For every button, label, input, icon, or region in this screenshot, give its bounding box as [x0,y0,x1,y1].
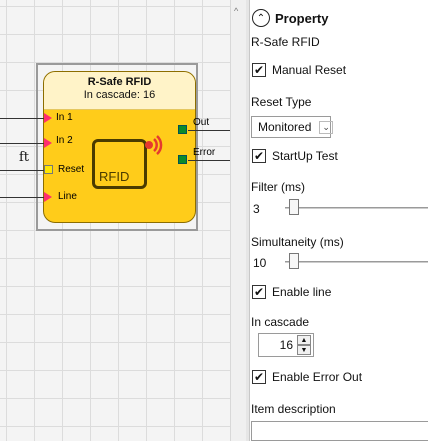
output-port-error[interactable] [178,155,187,164]
scroll-up-icon[interactable]: ^ [234,6,238,16]
input-label-in1: In 1 [56,112,73,123]
simultaneity-slider-thumb[interactable] [289,253,299,269]
enable-line-checkbox-row[interactable]: ✔ Enable line [251,285,331,299]
stepper-down-icon[interactable]: ▼ [297,345,311,355]
filter-slider-track[interactable] [285,207,428,209]
input-label-line: Line [58,191,77,202]
stepper-up-icon[interactable]: ▲ [297,335,311,345]
simultaneity-value: 10 [253,256,267,270]
startup-test-checkbox[interactable]: ✔ [252,149,266,163]
collapse-chevron-up-icon[interactable]: ⌃ [252,9,270,27]
item-name-label: R-Safe RFID [251,35,320,49]
simultaneity-slider-track[interactable] [285,261,428,263]
manual-reset-label: Manual Reset [272,63,347,77]
block-header: R-Safe RFID In cascade: 16 [44,72,195,110]
block-subtitle: In cascade: 16 [83,89,156,101]
panel-splitter[interactable] [246,0,250,441]
item-description-label: Item description [251,402,336,416]
output-label-error: Error [193,147,216,158]
input-wire-line [0,197,46,198]
output-wire-out [188,130,230,131]
in-cascade-label: In cascade [251,315,310,329]
input-wire-in2 [0,143,46,144]
rfid-logo-text: RFID [99,169,130,184]
reset-type-select[interactable]: Monitored ⌄ [251,116,333,138]
rfid-signal-icon [145,135,163,155]
output-port-out[interactable] [178,125,187,134]
enable-error-out-label: Enable Error Out [272,370,363,384]
manual-reset-checkbox[interactable]: ✔ [252,63,266,77]
enable-error-out-checkbox-row[interactable]: ✔ Enable Error Out [251,370,362,384]
filter-slider-thumb[interactable] [289,199,299,215]
startup-test-checkbox-row[interactable]: ✔ StartUp Test [251,149,338,163]
output-wire-error [188,160,230,161]
input-arrow-in1 [44,113,52,123]
input-label-in2: In 2 [56,135,73,146]
manual-reset-checkbox-row[interactable]: ✔ Manual Reset [251,63,346,77]
input-wire-reset [0,170,46,171]
simultaneity-label: Simultaneity (ms) [251,235,344,249]
reset-type-label: Reset Type [251,95,312,109]
in-cascade-value: 16 [279,338,293,352]
property-header: ⌃ Property [251,7,328,29]
reset-port[interactable] [44,165,53,174]
filter-value: 3 [253,202,260,216]
canvas-vertical-scrollbar[interactable]: ^ [230,0,246,441]
input-wire-in1 [0,118,46,119]
reset-type-value: Monitored [258,120,312,134]
startup-test-label: StartUp Test [272,149,338,163]
property-title: Property [275,10,329,26]
block-title: R-Safe RFID [87,76,152,88]
input-label-reset: Reset [58,164,85,175]
enable-line-checkbox[interactable]: ✔ [252,285,266,299]
in-cascade-stepper[interactable]: 16 ▲ ▼ [258,333,314,357]
enable-error-out-checkbox[interactable]: ✔ [252,370,266,384]
timer-input-icon: ft [19,150,30,165]
output-label-out: Out [193,117,210,128]
diagram-canvas[interactable]: R-Safe RFID In cascade: 16 RFID In 1 In … [0,0,230,441]
enable-line-label: Enable line [272,285,332,299]
property-panel: ⌃ Property R-Safe RFID ✔ Manual Reset Re… [251,0,428,441]
input-arrow-line [44,192,52,202]
input-arrow-in2 [44,138,52,148]
chevron-down-icon[interactable]: ⌄ [319,120,333,134]
item-description-field[interactable] [251,421,428,441]
filter-label: Filter (ms) [251,180,305,194]
